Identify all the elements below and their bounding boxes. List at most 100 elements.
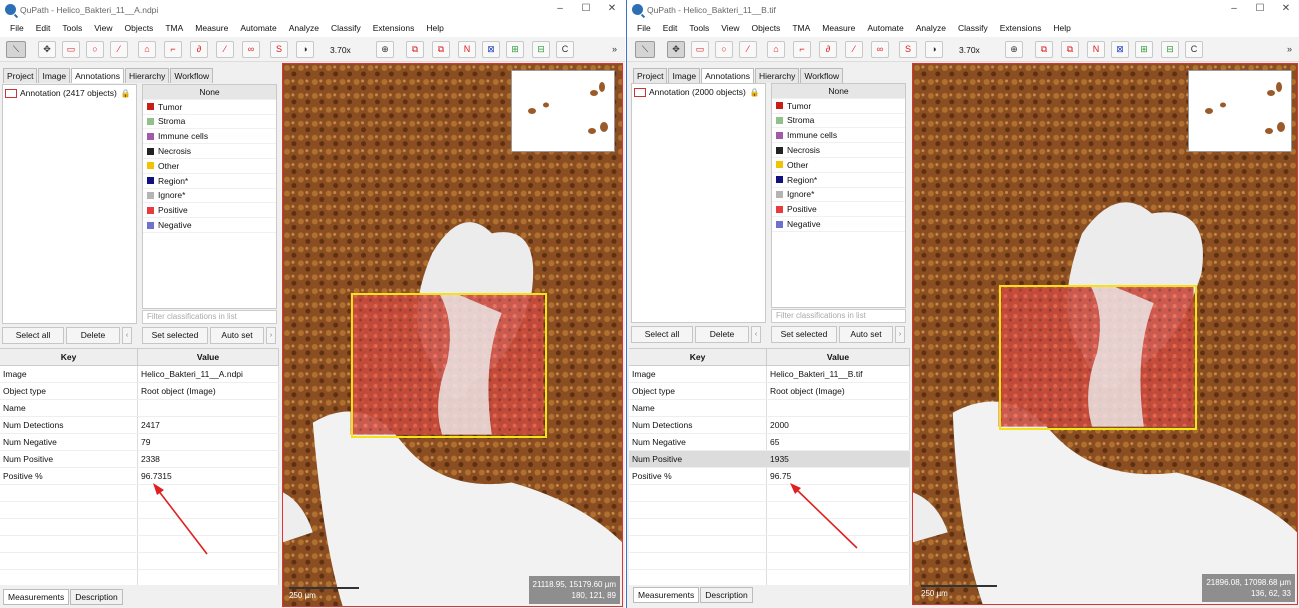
overview-thumbnail[interactable] [1188,70,1292,152]
show-names-icon[interactable]: N [1087,41,1105,58]
toolbar-overflow-icon[interactable]: » [612,44,617,54]
tab-image[interactable]: Image [668,68,701,83]
select-all-button[interactable]: Select all [2,327,64,344]
menu-classify[interactable]: Classify [952,23,994,33]
table-row[interactable]: Num Detections 2000 [629,417,910,434]
table-row[interactable]: Positive % 96.7315 [0,468,279,485]
table-row[interactable]: Positive % 96.75 [629,468,910,485]
show-annotations-icon[interactable]: ⧉ [406,41,424,58]
class-item-positive[interactable]: Positive [772,202,905,218]
class-item-negative[interactable]: Negative [143,218,276,233]
auto-set-button[interactable]: Auto set [210,327,264,344]
class-item-region[interactable]: Region* [772,173,905,188]
contrast-icon[interactable]: ◑ [925,41,943,58]
class-filter-input[interactable]: Filter classifications in list [142,310,277,324]
show-connections-icon[interactable]: C [556,41,574,58]
show-connections-icon[interactable]: C [1185,41,1203,58]
close-button[interactable]: ✕ [599,0,625,19]
menu-file[interactable]: File [631,23,657,33]
annotation-item[interactable]: Annotation (2000 objects) 🔒 [632,84,765,100]
wand-icon[interactable]: ⁄ [845,41,863,58]
class-item-ignore[interactable]: Ignore* [143,189,276,204]
polyline-icon[interactable]: ⌐ [164,41,182,58]
tab-annotations[interactable]: Annotations [701,68,754,83]
points-icon[interactable]: ∞ [242,41,260,58]
line-icon[interactable]: ⁄ [739,41,757,58]
menu-extensions[interactable]: Extensions [994,23,1048,33]
close-button[interactable]: ✕ [1273,0,1299,19]
menu-view[interactable]: View [88,23,118,33]
class-item-stroma[interactable]: Stroma [143,115,276,130]
tab-annotations[interactable]: Annotations [71,68,124,83]
auto-set-button[interactable]: Auto set [839,326,893,343]
table-row[interactable]: Name [629,400,910,417]
class-more-icon[interactable]: › [895,326,905,343]
delete-button[interactable]: Delete [66,327,120,344]
fill-annotations-icon[interactable]: ⧉ [432,41,450,58]
tab-project[interactable]: Project [3,68,38,83]
menu-help[interactable]: Help [1047,23,1076,33]
menu-edit[interactable]: Edit [657,23,684,33]
class-item-ignore[interactable]: Ignore* [772,188,905,203]
tab-hierarchy[interactable]: Hierarchy [125,68,170,83]
menu-edit[interactable]: Edit [30,23,57,33]
class-item-necrosis[interactable]: Necrosis [772,143,905,158]
maximize-button[interactable]: ☐ [573,0,599,19]
menu-objects[interactable]: Objects [745,23,786,33]
selection-mode-icon[interactable]: ⟍ [635,41,655,58]
table-row[interactable]: Num Detections 2417 [0,417,279,434]
set-selected-button[interactable]: Set selected [771,326,837,343]
tab-description[interactable]: Description [700,587,753,603]
image-viewer[interactable]: 250 µm 21118.95, 15179.60 µm 180, 121, 8… [282,63,623,607]
selection-toggle-icon[interactable]: S [270,41,288,58]
brush-icon[interactable]: ∂ [190,41,208,58]
menu-file[interactable]: File [4,23,30,33]
table-row[interactable]: Image Helico_Bakteri_11__B.tif [629,366,910,383]
rectangle-icon[interactable]: ▭ [62,41,80,58]
menu-measure[interactable]: Measure [189,23,234,33]
tab-description[interactable]: Description [70,589,123,605]
annotation-roi[interactable] [351,293,547,438]
table-row[interactable]: Num Negative 65 [629,434,910,451]
zoom-to-fit-icon[interactable]: ⊕ [376,41,394,58]
class-item-other[interactable]: Other [772,158,905,173]
move-icon[interactable]: ✥ [38,41,56,58]
ellipse-icon[interactable]: ○ [715,41,733,58]
annotation-more-icon[interactable]: ‹ [122,327,132,344]
points-icon[interactable]: ∞ [871,41,889,58]
tab-hierarchy[interactable]: Hierarchy [755,68,800,83]
table-row[interactable]: Object type Root object (Image) [629,383,910,400]
class-item-region[interactable]: Region* [143,174,276,189]
rectangle-icon[interactable]: ▭ [691,41,709,58]
menu-view[interactable]: View [715,23,745,33]
class-item-stroma[interactable]: Stroma [772,114,905,129]
class-item-necrosis[interactable]: Necrosis [143,144,276,159]
delete-button[interactable]: Delete [695,326,749,343]
annotation-item[interactable]: Annotation (2417 objects) 🔒 [3,85,136,101]
menu-measure[interactable]: Measure [816,23,861,33]
select-all-button[interactable]: Select all [631,326,693,343]
class-item-tumor[interactable]: Tumor [772,99,905,114]
class-item-none[interactable]: None [143,85,276,100]
fill-detections-icon[interactable]: ⊟ [532,41,550,58]
table-row[interactable]: Object type Root object (Image) [0,383,279,400]
show-annotations-icon[interactable]: ⧉ [1035,41,1053,58]
menu-tools[interactable]: Tools [56,23,88,33]
zoom-to-fit-icon[interactable]: ⊕ [1005,41,1023,58]
polygon-icon[interactable]: ⌂ [767,41,785,58]
menu-tools[interactable]: Tools [683,23,715,33]
overview-thumbnail[interactable] [511,70,615,152]
table-row[interactable]: Image Helico_Bakteri_11__A.ndpi [0,366,279,383]
table-row[interactable]: Num Negative 79 [0,434,279,451]
show-names-icon[interactable]: N [458,41,476,58]
class-more-icon[interactable]: › [266,327,276,344]
class-item-other[interactable]: Other [143,159,276,174]
brush-icon[interactable]: ∂ [819,41,837,58]
annotation-roi[interactable] [999,285,1197,430]
class-item-immune-cells[interactable]: Immune cells [143,129,276,145]
table-row[interactable]: Name [0,400,279,417]
tab-measurements[interactable]: Measurements [3,589,70,605]
line-icon[interactable]: ⁄ [110,41,128,58]
class-item-none[interactable]: None [772,84,905,99]
class-item-negative[interactable]: Negative [772,217,905,232]
